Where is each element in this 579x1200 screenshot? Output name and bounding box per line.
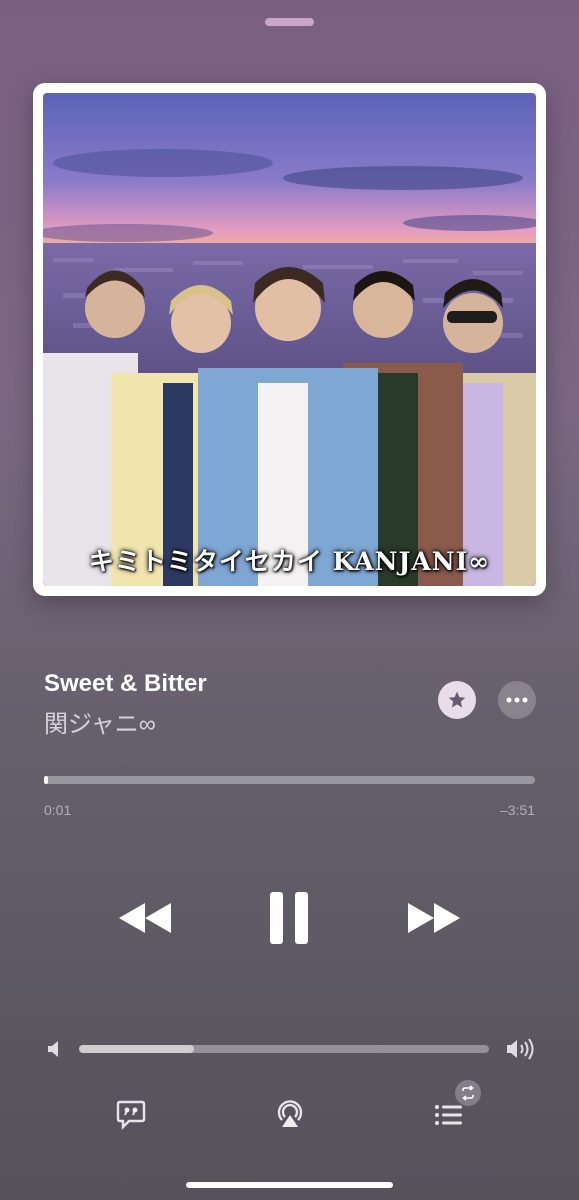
lyrics-quote-icon — [116, 1100, 146, 1130]
album-title-caption: キミトミタイセカイ KANJANI∞ — [88, 547, 491, 576]
repeat-indicator[interactable] — [455, 1080, 481, 1106]
pause-icon — [270, 892, 308, 944]
home-indicator[interactable] — [186, 1182, 393, 1188]
favorite-button[interactable] — [438, 681, 476, 719]
airplay-button[interactable] — [272, 1096, 308, 1132]
elapsed-time: 0:01 — [44, 802, 72, 818]
sheet-grabber[interactable] — [265, 18, 314, 26]
star-icon — [448, 691, 466, 708]
playback-progress-fill — [44, 776, 48, 784]
album-artwork: キミトミタイセカイ KANJANI∞ — [33, 83, 546, 596]
more-options-button[interactable] — [498, 681, 536, 719]
speaker-wave-icon — [507, 1038, 534, 1060]
pause-button[interactable] — [264, 888, 314, 948]
song-title[interactable]: Sweet & Bitter — [44, 670, 207, 698]
fast-forward-icon — [408, 903, 460, 933]
volume-level-fill — [79, 1045, 194, 1053]
artist-name[interactable]: 関ジャニ∞ — [44, 704, 156, 739]
rewind-icon — [119, 903, 171, 933]
volume-slider[interactable] — [79, 1045, 489, 1053]
ellipsis-icon — [506, 697, 528, 703]
rewind-button[interactable] — [115, 895, 175, 941]
volume-max-indicator — [505, 1037, 535, 1061]
lyrics-button[interactable] — [113, 1096, 149, 1132]
airplay-icon — [277, 1100, 303, 1127]
playback-scrubber[interactable] — [44, 776, 535, 784]
speaker-icon — [48, 1041, 58, 1057]
repeat-icon — [462, 1085, 474, 1101]
album-cover-image: キミトミタイセカイ KANJANI∞ — [43, 93, 536, 586]
fast-forward-button[interactable] — [404, 895, 464, 941]
remaining-time: –3:51 — [499, 802, 535, 818]
volume-min-indicator — [44, 1038, 64, 1060]
